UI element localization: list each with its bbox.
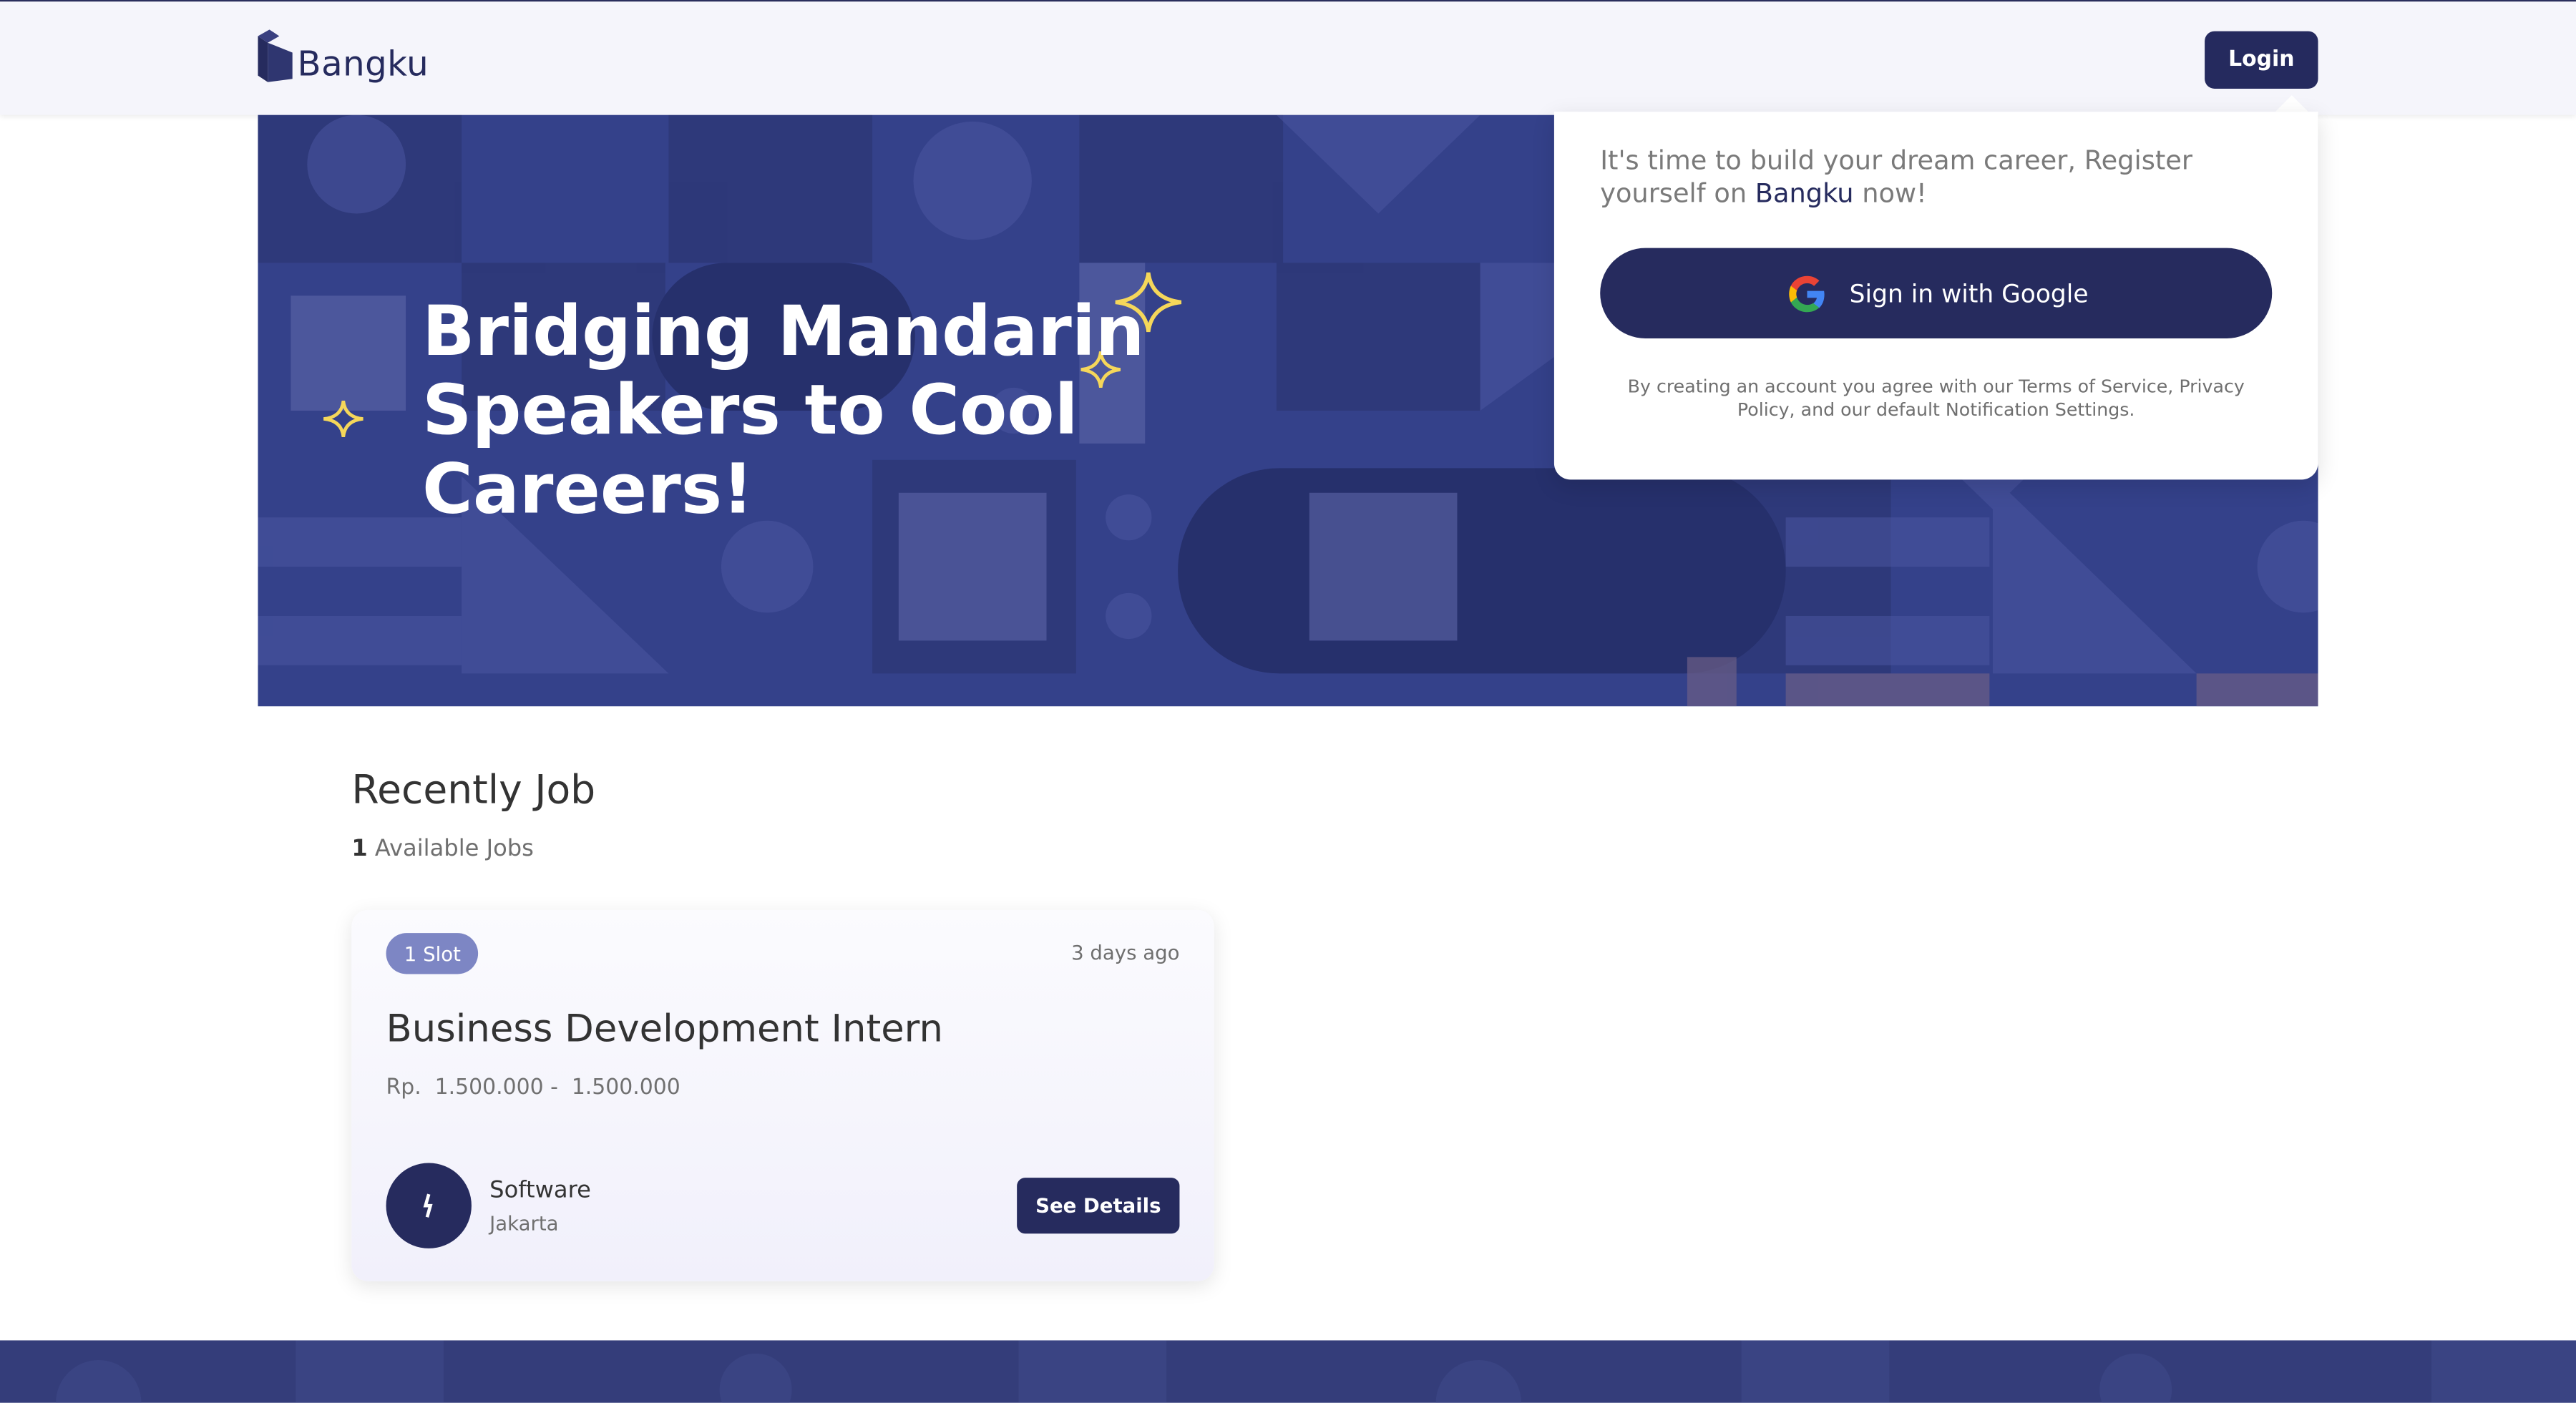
footer-pattern	[56, 1340, 2576, 1403]
terms-text: By creating an account you agree with ou…	[1627, 376, 2245, 421]
google-signin-button[interactable]: Sign in with Google	[1600, 248, 2273, 338]
hero-title: Bridging Mandarin Speakers to Cool Caree…	[422, 290, 1145, 529]
company-location: Jakarta	[489, 1212, 559, 1236]
signup-popup: It's time to build your dream career, Re…	[1553, 112, 2318, 480]
company-logo-icon	[386, 1163, 472, 1248]
slot-badge: 1 Slot	[386, 933, 479, 974]
sparkle-star-icon	[323, 400, 364, 438]
available-label: Available Jobs	[374, 836, 534, 863]
posted-time: 3 days ago	[1071, 941, 1180, 964]
brand-logo[interactable]: Bangku	[256, 29, 437, 89]
google-g-icon	[1788, 275, 1825, 312]
signup-prompt-brand: Bangku	[1755, 177, 1854, 209]
job-title[interactable]: Business Development Intern	[386, 1009, 943, 1052]
signup-prompt: It's time to build your dream career, Re…	[1600, 145, 2273, 210]
site-footer	[0, 1340, 2576, 1403]
available-jobs-count: 1 Available Jobs	[351, 836, 534, 863]
see-details-button[interactable]: See Details	[1017, 1178, 1180, 1234]
logo-text: Bangku	[297, 44, 429, 84]
google-button-label: Sign in with Google	[1849, 278, 2089, 308]
popup-caret	[2275, 95, 2308, 112]
signup-prompt-suffix: now!	[1862, 177, 1927, 209]
bangku-logo-icon	[258, 29, 293, 82]
job-card[interactable]: 1 Slot 3 days ago Business Development I…	[351, 909, 1214, 1281]
login-button[interactable]: Login	[2205, 31, 2318, 89]
job-salary: Rp. 1.500.000 - 1.500.000	[386, 1075, 680, 1101]
section-title: Recently Job	[351, 767, 596, 813]
available-count: 1	[351, 836, 368, 863]
company-name: Software	[489, 1178, 591, 1204]
site-header: Bangku Login	[0, 1, 2576, 115]
